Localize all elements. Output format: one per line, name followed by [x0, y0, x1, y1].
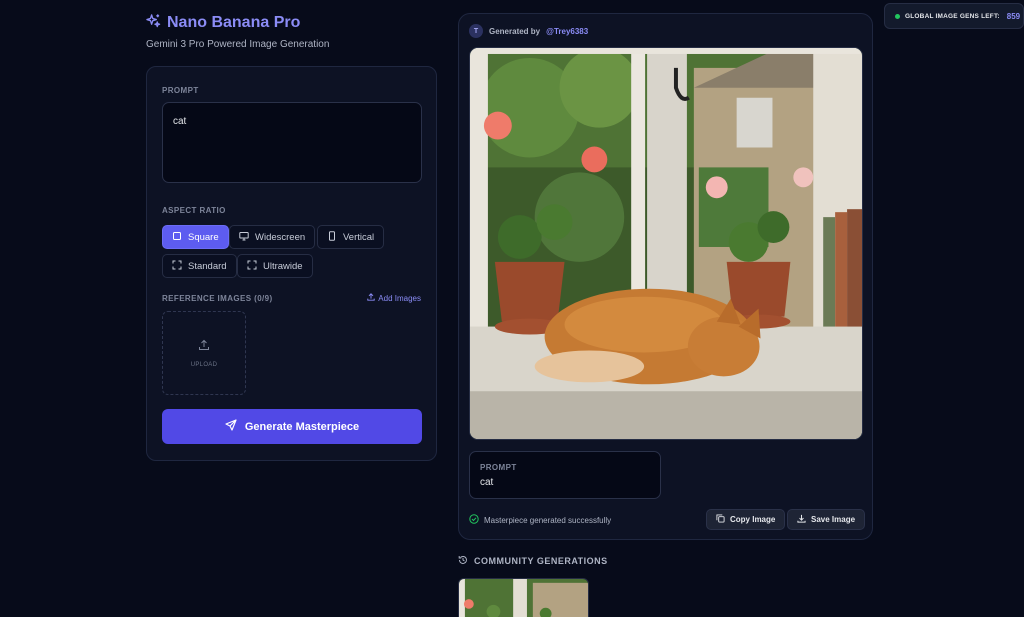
monitor-icon [239, 231, 249, 244]
square-icon [172, 231, 182, 244]
copy-image-label: Copy Image [730, 515, 776, 524]
generate-label: Generate Masterpiece [244, 420, 360, 433]
phone-icon [327, 230, 337, 244]
generated-by: T Generated by @Trey6383 [469, 24, 588, 38]
prompt-input[interactable]: cat [162, 102, 422, 183]
aspect-vertical-label: Vertical [343, 231, 375, 243]
user-handle-link[interactable]: @Trey6383 [546, 27, 588, 36]
gens-left-badge: GLOBAL IMAGE GENS LEFT: 859 [884, 3, 1024, 29]
aspect-ultrawide-label: Ultrawide [263, 260, 303, 272]
copy-image-button[interactable]: Copy Image [706, 509, 786, 530]
result-prompt-card: PROMPT cat [469, 451, 661, 499]
generate-button[interactable]: Generate Masterpiece [162, 409, 422, 444]
prompt-label: PROMPT [162, 86, 199, 95]
generated-by-label: Generated by [489, 26, 541, 36]
save-image-button[interactable]: Save Image [787, 509, 866, 530]
history-icon [458, 555, 468, 567]
aspect-square-button[interactable]: Square [162, 225, 229, 249]
community-title: COMMUNITY GENERATIONS [474, 556, 608, 566]
avatar: T [469, 24, 483, 38]
sparkles-icon [146, 13, 161, 33]
save-image-label: Save Image [811, 515, 856, 524]
result-prompt-label: PROMPT [480, 463, 517, 472]
copy-icon [716, 514, 725, 525]
upload-icon [367, 293, 375, 303]
add-images-link[interactable]: Add Images [367, 293, 421, 303]
expand-icon [172, 260, 182, 273]
status-dot-icon [895, 13, 900, 19]
upload-dropzone[interactable]: UPLOAD [162, 311, 246, 395]
community-thumbnail[interactable] [458, 578, 589, 617]
aspect-ratio-label: ASPECT RATIO [162, 206, 226, 215]
aspect-standard-button[interactable]: Standard [162, 254, 237, 278]
download-icon [797, 514, 806, 525]
aspect-standard-label: Standard [188, 260, 227, 272]
upload-icon [198, 338, 210, 356]
status-message: Masterpiece generated successfully [469, 514, 611, 526]
result-prompt-value: cat [480, 477, 494, 488]
aspect-vertical-button[interactable]: Vertical [317, 225, 385, 249]
app-title: Nano Banana Pro [167, 14, 301, 31]
result-card: T Generated by @Trey6383 PROMPT cat Mast… [458, 13, 873, 540]
add-images-label: Add Images [378, 293, 421, 303]
aspect-widescreen-label: Widescreen [255, 231, 306, 243]
generated-image [469, 47, 863, 440]
check-circle-icon [469, 514, 479, 526]
brand: Nano Banana Pro [146, 13, 300, 33]
reference-images-label: REFERENCE IMAGES (0/9) [162, 294, 273, 303]
community-heading: COMMUNITY GENERATIONS [458, 555, 608, 567]
aspect-square-label: Square [188, 231, 219, 243]
gens-left-value: 859 [1006, 11, 1021, 21]
gens-left-label: GLOBAL IMAGE GENS LEFT: [905, 12, 1000, 20]
aspect-ultrawide-button[interactable]: Ultrawide [237, 254, 313, 278]
generation-form: PROMPT cat ASPECT RATIO Square Widescree… [146, 66, 437, 461]
expand-icon [247, 260, 257, 273]
upload-label: UPLOAD [190, 362, 218, 368]
send-icon [225, 419, 237, 434]
aspect-widescreen-button[interactable]: Widescreen [229, 225, 316, 249]
status-text: Masterpiece generated successfully [484, 515, 612, 525]
app-subtitle: Gemini 3 Pro Powered Image Generation [146, 39, 330, 50]
